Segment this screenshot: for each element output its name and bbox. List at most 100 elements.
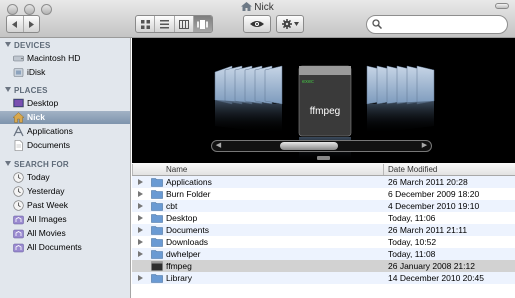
- sidebar-item-today[interactable]: Today: [0, 171, 130, 184]
- forward-arrow-icon: [29, 20, 35, 28]
- search-icon: [372, 19, 382, 29]
- disclosure-triangle-icon[interactable]: [138, 251, 143, 257]
- sidebar-header-devices[interactable]: DEVICES: [5, 41, 51, 50]
- eye-icon: [250, 21, 264, 27]
- unix-executable-icon: [151, 261, 163, 271]
- list-item[interactable]: dwhelper Today, 11:08: [132, 248, 515, 260]
- list-item[interactable]: Burn Folder 6 December 2009 18:20: [132, 188, 515, 200]
- sidebar-header-search-for[interactable]: SEARCH FOR: [5, 160, 69, 169]
- file-name: cbt: [166, 201, 178, 211]
- finder-window: Nick DEVICES Macintosh HD iDisk PLACES D…: [0, 0, 515, 298]
- search-field[interactable]: [366, 15, 508, 34]
- disclosure-triangle-icon: [5, 87, 11, 92]
- folder-icon: [151, 226, 163, 235]
- list-item-selected[interactable]: ffmpeg 26 January 2008 21:12: [132, 260, 515, 272]
- disclosure-triangle-icon[interactable]: [138, 179, 143, 185]
- disclosure-triangle-icon[interactable]: [138, 239, 143, 245]
- sidebar-item-idisk[interactable]: iDisk: [0, 66, 130, 79]
- sidebar-item-desktop[interactable]: Desktop: [0, 97, 130, 110]
- clock-icon: [13, 172, 24, 183]
- folder-icon: [151, 178, 163, 187]
- sidebar-item-macintosh-hd[interactable]: Macintosh HD: [0, 52, 130, 65]
- grid-icon: [140, 19, 150, 29]
- scroll-left-icon[interactable]: ◀: [214, 142, 223, 150]
- sidebar-item-past-week[interactable]: Past Week: [0, 199, 130, 212]
- home-icon: [13, 112, 24, 123]
- sidebar-item-all-images[interactable]: All Images: [0, 213, 130, 226]
- sidebar-item-documents[interactable]: Documents: [0, 139, 130, 152]
- cover-flow-view-button[interactable]: [193, 16, 212, 32]
- list-item[interactable]: Documents 26 March 2011 21:11: [132, 224, 515, 236]
- folder-icon: [151, 250, 163, 259]
- file-date: Today, 11:08: [388, 249, 436, 259]
- disclosure-triangle-icon[interactable]: [138, 191, 143, 197]
- sidebar-item-nick[interactable]: Nick: [0, 111, 130, 124]
- file-date: 26 January 2008 21:12: [388, 261, 475, 271]
- back-arrow-icon: [11, 20, 17, 28]
- cover-flow-right-stack: [366, 65, 435, 134]
- cover-flow-selected-label: ffmpeg: [309, 106, 341, 117]
- list-item[interactable]: cbt 4 December 2010 19:10: [132, 200, 515, 212]
- disclosure-triangle-icon[interactable]: [138, 227, 143, 233]
- hard-drive-icon: [13, 55, 24, 62]
- applications-icon: [13, 126, 24, 137]
- file-date: 26 March 2011 20:28: [388, 177, 468, 187]
- column-view-button[interactable]: [175, 16, 194, 32]
- list-item[interactable]: Applications 26 March 2011 20:28: [132, 176, 515, 188]
- cover-flow-resize-handle[interactable]: [317, 156, 330, 160]
- title-bar: Nick: [0, 0, 515, 38]
- back-forward-control: [6, 15, 40, 33]
- disclosure-triangle-icon[interactable]: [138, 275, 143, 281]
- window-title: Nick: [0, 2, 515, 13]
- file-name: ffmpeg: [166, 261, 192, 271]
- disclosure-triangle-icon[interactable]: [138, 203, 143, 209]
- file-name: Applications: [166, 177, 212, 187]
- sidebar-item-all-documents[interactable]: All Documents: [0, 241, 130, 254]
- disclosure-triangle-icon: [5, 161, 11, 166]
- file-name: Library: [166, 273, 192, 283]
- list-item[interactable]: Downloads Today, 10:52: [132, 236, 515, 248]
- idisk-icon: [13, 68, 24, 77]
- icon-view-button[interactable]: [136, 16, 156, 32]
- column-header-name[interactable]: Name: [166, 163, 187, 176]
- file-name: Documents: [166, 225, 209, 235]
- svg-text:exec: exec: [302, 79, 314, 85]
- disclosure-triangle-icon[interactable]: [138, 215, 143, 221]
- chevron-down-icon: [293, 22, 299, 26]
- desktop-icon: [13, 98, 24, 108]
- list-item[interactable]: Desktop Today, 11:06: [132, 212, 515, 224]
- sidebar-header-places[interactable]: PLACES: [5, 86, 48, 95]
- file-date: 6 December 2009 18:20: [388, 189, 480, 199]
- list-icon: [159, 19, 169, 28]
- cover-flow-scrollbar[interactable]: ◀ ▶: [211, 140, 432, 152]
- scroll-right-icon[interactable]: ▶: [420, 142, 429, 150]
- folder-icon: [151, 202, 163, 211]
- sidebar-item-applications[interactable]: Applications: [0, 125, 130, 138]
- list-item[interactable]: Library 14 December 2010 20:45: [132, 272, 515, 284]
- toolbar-toggle-button[interactable]: [495, 3, 509, 9]
- file-name: dwhelper: [166, 249, 201, 259]
- smart-folder-icon: [13, 243, 24, 253]
- view-mode-control: [135, 15, 213, 33]
- quick-look-button[interactable]: [243, 15, 271, 33]
- documents-icon: [14, 140, 23, 151]
- forward-button[interactable]: [24, 16, 40, 32]
- column-header-date-modified[interactable]: Date Modified: [388, 163, 437, 176]
- file-list: Applications 26 March 2011 20:28 Burn Fo…: [132, 176, 515, 298]
- list-view-button[interactable]: [155, 16, 175, 32]
- clock-icon: [13, 186, 24, 197]
- smart-folder-icon: [13, 215, 24, 225]
- folder-icon: [151, 238, 163, 247]
- cover-flow-scroll-thumb[interactable]: [280, 142, 338, 150]
- file-name: Burn Folder: [166, 189, 211, 199]
- back-button[interactable]: [7, 16, 24, 32]
- home-icon: [241, 2, 253, 11]
- sidebar-item-yesterday[interactable]: Yesterday: [0, 185, 130, 198]
- folder-icon: [151, 214, 163, 223]
- action-menu-button[interactable]: [276, 15, 304, 33]
- gear-icon: [281, 19, 292, 29]
- clock-icon: [13, 200, 24, 211]
- disclosure-triangle-icon: [5, 42, 11, 47]
- file-date: 4 December 2010 19:10: [388, 201, 480, 211]
- sidebar-item-all-movies[interactable]: All Movies: [0, 227, 130, 240]
